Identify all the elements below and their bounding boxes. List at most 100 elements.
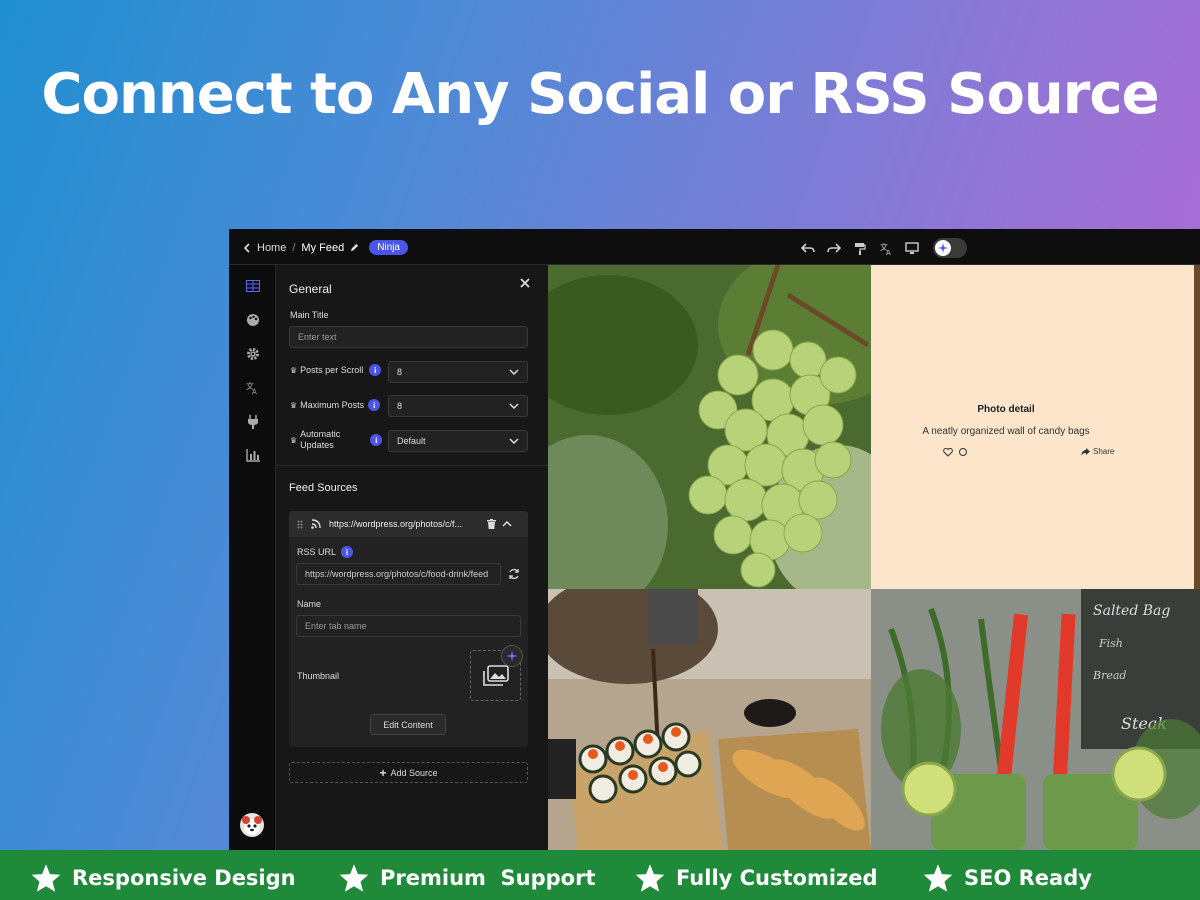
feed-source-url: https://wordpress.org/photos/c/f...	[329, 519, 463, 529]
trash-icon[interactable]	[487, 519, 496, 529]
auto-updates-text: Automatic Updates	[300, 429, 340, 451]
name-label: Name	[297, 599, 322, 609]
grape-photo[interactable]	[548, 265, 871, 589]
preview-toggle[interactable]	[933, 238, 967, 258]
panel-title: General	[289, 282, 332, 296]
auto-updates-select[interactable]: Default	[388, 430, 528, 452]
main-title-placeholder: Enter text	[298, 332, 337, 342]
max-posts-select[interactable]: 8	[388, 395, 528, 417]
chevron-down-icon	[509, 438, 519, 444]
info-icon[interactable]: i	[369, 364, 382, 376]
plus-icon: +	[379, 765, 387, 780]
gear-icon[interactable]	[244, 345, 261, 362]
info-icon[interactable]: i	[341, 546, 354, 558]
sushi-photo[interactable]	[548, 589, 871, 850]
max-posts-label: ♛ Maximum Posts i	[290, 399, 381, 411]
drag-handle-icon[interactable]	[297, 520, 303, 529]
info-icon[interactable]: i	[368, 399, 381, 411]
breadcrumb-feed-name[interactable]: My Feed	[301, 242, 344, 254]
settings-panel: General Main Title Enter text ♛ Posts pe…	[276, 265, 548, 850]
rss-url-label: RSS URL i	[297, 546, 354, 558]
tab-name-input[interactable]: Enter tab name	[296, 615, 521, 637]
sparkle-icon	[935, 240, 951, 256]
star-icon	[923, 864, 953, 892]
drinks-photo[interactable]: Salted Bag Fish Bread Steak	[871, 589, 1200, 850]
photo-detail-description: A neatly organized wall of candy bags	[922, 426, 1090, 437]
redo-icon[interactable]	[827, 241, 841, 255]
share-label: Share	[1093, 447, 1115, 456]
top-bar: Home / My Feed Ninja 文A	[229, 229, 1200, 265]
share-icon	[1081, 447, 1090, 456]
plug-icon[interactable]	[244, 413, 261, 430]
sidebar-rail: 文A	[229, 265, 276, 850]
translate-icon[interactable]: 文A	[879, 241, 893, 255]
feature-label: Fully Customized	[676, 866, 878, 890]
photo-detail-title: Photo detail	[977, 404, 1035, 415]
palette-icon[interactable]	[244, 311, 261, 328]
star-icon	[635, 864, 665, 892]
page-headline: Connect to Any Social or RSS Source	[41, 62, 1159, 127]
photo-detail-card[interactable]: Photo detail A neatly organized wall of …	[871, 265, 1200, 589]
paint-roller-icon[interactable]	[853, 241, 867, 255]
thumbnail-label: Thumbnail	[297, 671, 340, 681]
feature-ribbon: Responsive Design Premium Support Fully …	[0, 850, 1200, 900]
svg-text:Fish: Fish	[1098, 637, 1123, 650]
posts-per-scroll-value: 8	[397, 367, 403, 377]
pencil-icon[interactable]	[350, 243, 359, 252]
chevron-down-icon	[509, 369, 519, 375]
crown-icon: ♛	[290, 400, 298, 410]
crown-icon: ♛	[290, 435, 298, 445]
rss-url-value: https://wordpress.org/photos/c/food-drin…	[305, 569, 489, 579]
auto-updates-value: Default	[397, 436, 426, 446]
auto-updates-line-1: Automatic	[300, 429, 341, 439]
section-divider	[276, 465, 548, 466]
add-source-button[interactable]: + Add Source	[289, 762, 528, 783]
posts-per-scroll-select[interactable]: 8	[388, 361, 528, 383]
star-icon	[31, 864, 61, 892]
toolbar: 文A	[801, 238, 967, 258]
feed-source-card: https://wordpress.org/photos/c/f... RSS …	[289, 511, 528, 747]
feature-label: Responsive Design	[72, 866, 296, 890]
breadcrumb-home[interactable]: Home	[257, 242, 286, 254]
auto-updates-line-2: Updates	[300, 440, 334, 450]
chevron-up-icon[interactable]	[502, 521, 512, 527]
main-title-label: Main Title	[290, 310, 329, 320]
max-posts-value: 8	[397, 401, 403, 411]
close-icon[interactable]	[518, 276, 532, 290]
posts-per-scroll-label: ♛ Posts per Scroll i	[290, 364, 382, 376]
comment-icon[interactable]	[958, 448, 968, 457]
feature-item: Fully Customized	[634, 863, 878, 893]
feature-item: SEO Ready	[922, 863, 1092, 893]
heart-icon[interactable]	[943, 448, 953, 457]
max-posts-text: Maximum Posts	[300, 400, 365, 410]
info-icon[interactable]: i	[370, 434, 383, 446]
avatar[interactable]	[240, 813, 264, 837]
breadcrumb: Home / My Feed Ninja	[243, 240, 408, 255]
chevron-down-icon	[509, 403, 519, 409]
image-stack-icon	[482, 664, 509, 686]
feed-source-header[interactable]: https://wordpress.org/photos/c/f...	[289, 511, 528, 537]
feature-item: Responsive Design	[30, 863, 296, 893]
chevron-left-icon[interactable]	[243, 242, 251, 253]
sparkle-icon[interactable]	[501, 645, 523, 667]
svg-text:Bread: Bread	[1092, 669, 1126, 682]
monitor-icon[interactable]	[905, 241, 919, 255]
edit-content-button[interactable]: Edit Content	[370, 714, 446, 735]
rss-icon	[311, 519, 321, 529]
add-source-label: Add Source	[390, 767, 438, 778]
main-title-input[interactable]: Enter text	[289, 326, 528, 348]
app-window: Home / My Feed Ninja 文A 文A General Main …	[229, 229, 1200, 850]
share-button[interactable]: Share	[1081, 447, 1114, 456]
undo-icon[interactable]	[801, 241, 815, 255]
rss-url-input[interactable]: https://wordpress.org/photos/c/food-drin…	[296, 563, 501, 585]
svg-text:A: A	[252, 388, 257, 394]
bar-chart-icon[interactable]	[244, 447, 261, 464]
translate-icon[interactable]: 文A	[244, 379, 261, 396]
table-icon[interactable]	[244, 277, 261, 294]
feature-item: Premium Support	[338, 863, 596, 893]
crown-icon: ♛	[290, 365, 298, 375]
refresh-icon[interactable]	[508, 568, 520, 580]
svg-text:Salted Bag: Salted Bag	[1093, 603, 1170, 619]
rss-url-text: RSS URL	[297, 547, 337, 557]
feature-label: SEO Ready	[964, 866, 1092, 890]
